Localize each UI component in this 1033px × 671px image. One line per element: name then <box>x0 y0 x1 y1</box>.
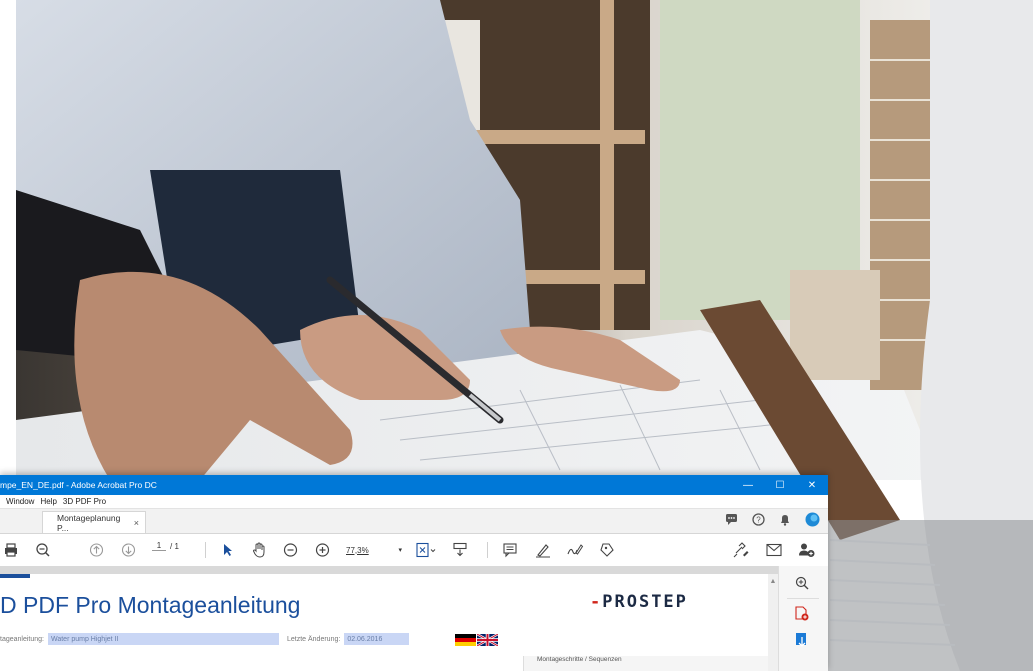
document-fields: tageanleitung: Water pump Highjet II Let… <box>0 633 410 645</box>
header-accent-bar <box>0 574 30 578</box>
logo-text: PROSTEP <box>602 592 688 612</box>
field-date-value[interactable]: 02.06.2016 <box>344 633 410 645</box>
avatar[interactable] <box>805 512 820 527</box>
zoom-value: 77,3% <box>346 545 369 555</box>
page-number-input[interactable]: 1 <box>152 541 166 551</box>
page-total: / 1 <box>170 541 179 551</box>
field-date-label: Letzte Änderung: <box>286 635 341 643</box>
zoom-in-icon[interactable] <box>795 576 809 590</box>
zoom-select[interactable]: 77,3% ▾ <box>346 541 402 559</box>
chevron-down-icon: ▾ <box>398 547 402 554</box>
acrobat-window: mpe_EN_DE.pdf - Adobe Acrobat Pro DC — ☐… <box>0 475 828 671</box>
arrow-down-circle-icon[interactable] <box>121 541 136 559</box>
minus-circle-icon[interactable] <box>283 541 298 559</box>
minimize-button[interactable]: — <box>732 475 764 495</box>
tab-bar: Montageplanung P... × ? <box>0 509 828 534</box>
menu-help[interactable]: Help <box>40 497 56 506</box>
prostep-logo: -PROSTEP <box>590 592 688 612</box>
window-title: mpe_EN_DE.pdf - Adobe Acrobat Pro DC <box>0 480 157 490</box>
hand-icon[interactable] <box>252 541 267 559</box>
menu-window[interactable]: Window <box>6 497 34 506</box>
create-pdf-icon[interactable] <box>795 606 809 621</box>
menu-3d-pdf-pro[interactable]: 3D PDF Pro <box>63 497 106 506</box>
german-flag-icon[interactable] <box>455 634 476 646</box>
document-area: D PDF Pro Montageanleitung -PROSTEP tage… <box>0 566 778 671</box>
plus-circle-icon[interactable] <box>315 541 330 559</box>
mail-icon[interactable] <box>766 541 782 559</box>
pdf-page[interactable]: D PDF Pro Montageanleitung -PROSTEP tage… <box>0 574 768 671</box>
vertical-scrollbar[interactable]: ▲ <box>768 574 778 671</box>
scroll-up-icon[interactable]: ▲ <box>768 578 778 585</box>
close-button[interactable]: ✕ <box>796 475 828 495</box>
arrow-up-circle-icon[interactable] <box>89 541 104 559</box>
link-edit-icon[interactable] <box>733 541 749 559</box>
page-indicator: 1 / 1 <box>152 541 179 551</box>
fit-page-icon[interactable] <box>416 541 436 559</box>
help-icon[interactable]: ? <box>752 513 765 526</box>
maximize-button[interactable]: ☐ <box>764 475 796 495</box>
tab-close-icon[interactable]: × <box>134 518 139 528</box>
language-flags <box>455 634 498 646</box>
highlight-pen-icon[interactable] <box>535 541 551 559</box>
scroll-mode-icon[interactable] <box>453 541 467 559</box>
export-pdf-icon[interactable] <box>795 632 809 647</box>
main-toolbar: 1 / 1 77,3% ▾ <box>0 534 828 568</box>
sticky-note-icon[interactable] <box>503 541 517 559</box>
assembly-steps-panel: Montageschritte / Sequenzen <box>523 656 768 671</box>
right-tools-panel <box>778 566 828 671</box>
svg-text:?: ? <box>756 516 761 525</box>
tab-label: Montageplanung P... <box>57 512 121 533</box>
field-assembly-value[interactable]: Water pump Highjet II <box>47 633 279 645</box>
cursor-icon[interactable] <box>222 541 234 559</box>
field-assembly-label: tageanleitung: <box>0 635 44 643</box>
title-bar: mpe_EN_DE.pdf - Adobe Acrobat Pro DC — ☐… <box>0 475 828 495</box>
logo-dash: - <box>590 592 603 612</box>
print-icon[interactable] <box>4 541 18 559</box>
document-title: D PDF Pro Montageanleitung <box>0 592 301 618</box>
sign-icon[interactable] <box>566 541 584 559</box>
menu-bar: Window Help 3D PDF Pro <box>0 495 828 509</box>
assembly-steps-label: Montageschritte / Sequenzen <box>537 656 622 663</box>
stamp-icon[interactable] <box>599 541 615 559</box>
comment-icon[interactable] <box>725 513 738 526</box>
add-user-icon[interactable] <box>798 541 815 559</box>
zoom-out-icon[interactable] <box>35 541 51 559</box>
bell-icon[interactable] <box>779 513 791 526</box>
uk-flag-icon[interactable] <box>477 634 498 646</box>
tab-montageplanung[interactable]: Montageplanung P... × <box>42 511 146 533</box>
